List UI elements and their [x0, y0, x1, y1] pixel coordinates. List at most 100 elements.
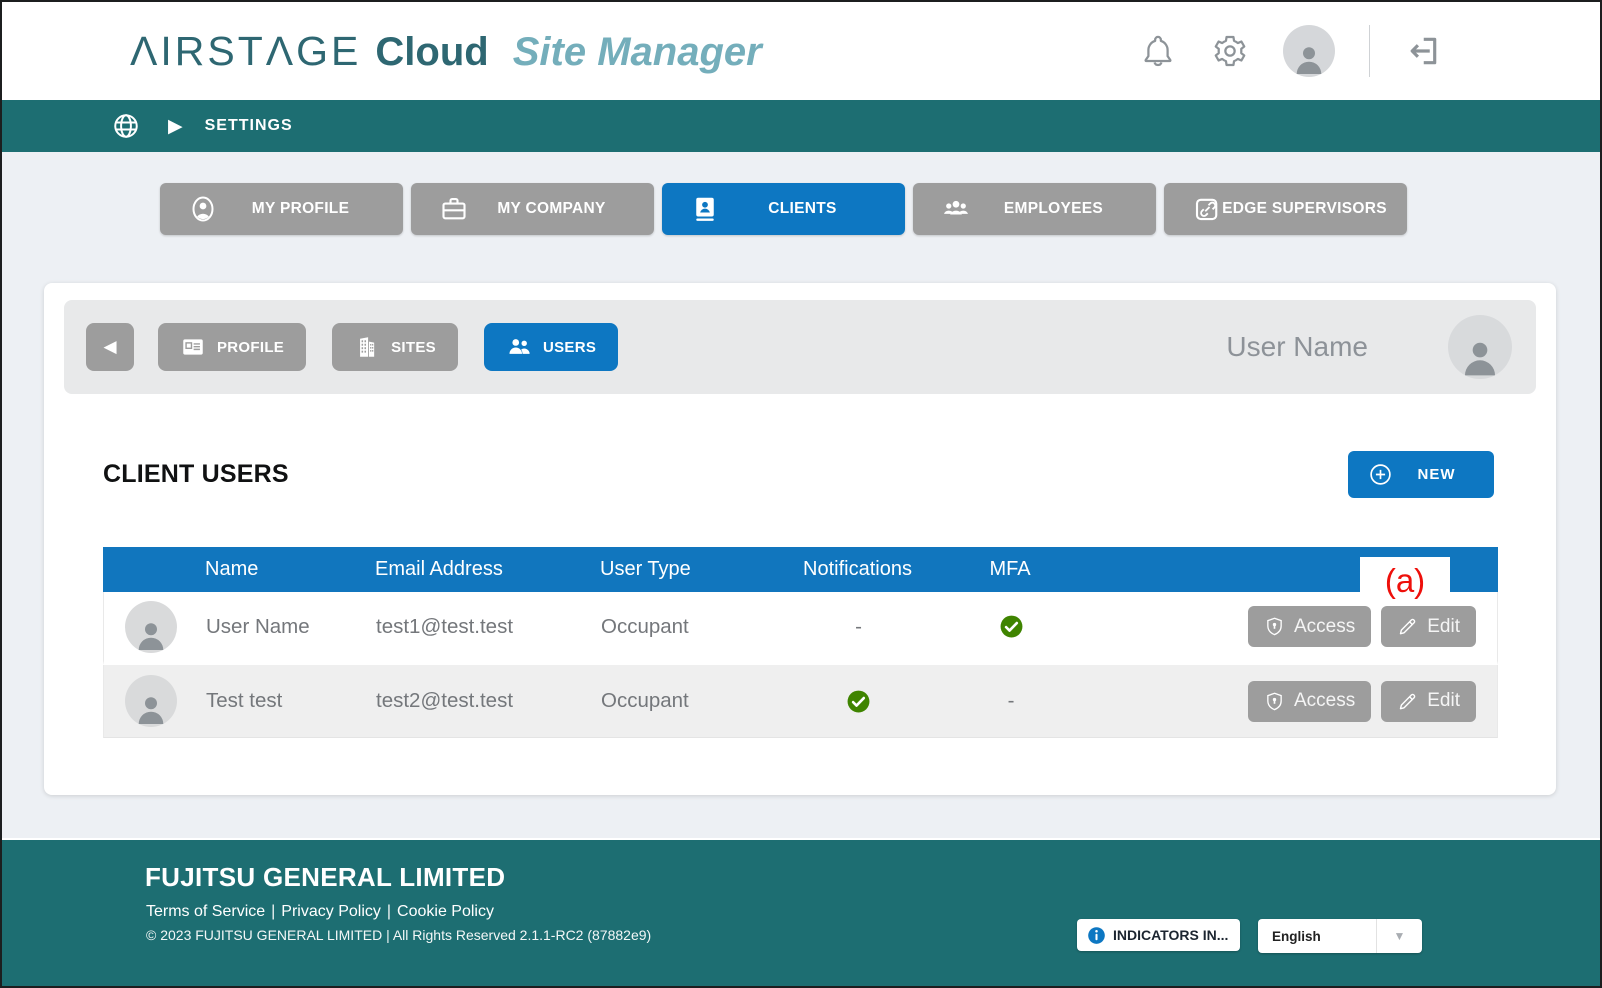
tab-edge-supervisors[interactable]: EDGE SUPERVISORS: [1164, 183, 1407, 235]
tab-my-company[interactable]: MY COMPANY: [411, 183, 654, 235]
tab-label: EMPLOYEES: [957, 183, 1150, 235]
table-header-row: Name Email Address User Type Notificatio…: [103, 547, 1498, 592]
brand-product: Site Manager: [513, 30, 762, 75]
top-header: ΛIRSTΛGE Cloud Site Manager: [2, 2, 1600, 100]
link-privacy-policy[interactable]: Privacy Policy: [281, 903, 381, 920]
subtab-label: PROFILE: [217, 339, 284, 356]
subtab-profile[interactable]: PROFILE: [158, 323, 306, 371]
tab-label: EDGE SUPERVISORS: [1208, 183, 1401, 235]
gear-icon[interactable]: [1211, 32, 1249, 70]
tab-my-profile[interactable]: MY PROFILE: [160, 183, 403, 235]
brand-logo: ΛIRSTΛGE Cloud Site Manager: [130, 28, 762, 75]
client-avatar: [1448, 315, 1512, 379]
info-circle-icon: [1087, 926, 1106, 945]
client-users-table: (a) Name Email Address User Type Notific…: [103, 547, 1498, 738]
edit-button[interactable]: Edit: [1381, 681, 1476, 722]
row-avatar-cell: [104, 675, 201, 727]
building-icon: [354, 334, 380, 360]
globe-icon[interactable]: [112, 112, 140, 140]
cell-email: test1@test.test: [371, 615, 596, 639]
tab-label: MY COMPANY: [455, 183, 648, 235]
chevron-down-icon[interactable]: ▼: [1376, 919, 1422, 953]
footer-company-name: FUJITSU GENERAL LIMITED: [145, 862, 1600, 893]
column-header-user-type: User Type: [595, 558, 785, 581]
logout-icon[interactable]: [1404, 32, 1442, 70]
cell-notifications: [786, 688, 931, 713]
play-icon: ▶: [168, 117, 183, 136]
plus-circle-icon: [1368, 462, 1393, 487]
new-button[interactable]: NEW: [1348, 451, 1494, 498]
shield-icon: [1264, 616, 1285, 637]
cell-mfa: [931, 614, 1091, 639]
language-select[interactable]: English ▼: [1258, 919, 1422, 953]
content-area: MY PROFILE MY COMPANY CLIENTS EMPLOYEES: [2, 152, 1600, 838]
indicators-button-label: INDICATORS IN...: [1113, 927, 1228, 943]
column-header-notifications: Notifications: [785, 558, 930, 581]
client-user-name: User Name: [1226, 331, 1368, 363]
page-title: CLIENT USERS: [103, 460, 289, 489]
subtab-users[interactable]: USERS: [484, 323, 618, 371]
access-button[interactable]: Access: [1248, 606, 1371, 647]
clients-card: ◀ PROFILE SITES USERS User Name: [44, 283, 1556, 795]
shield-icon: [1264, 691, 1285, 712]
main-tab-bar: MY PROFILE MY COMPANY CLIENTS EMPLOYEES: [160, 183, 1407, 235]
header-divider: [1369, 25, 1370, 77]
link-terms-of-service[interactable]: Terms of Service: [146, 903, 265, 920]
cell-email: test2@test.test: [371, 689, 596, 713]
row-avatar-cell: [104, 601, 201, 653]
back-arrow-icon: ◀: [103, 337, 116, 357]
cell-name: User Name: [201, 615, 371, 639]
pencil-icon: [1397, 616, 1418, 637]
access-button[interactable]: Access: [1248, 681, 1371, 722]
pencil-icon: [1397, 691, 1418, 712]
subtab-label: USERS: [543, 339, 596, 356]
row-actions: Access Edit: [1091, 606, 1497, 647]
tab-clients[interactable]: CLIENTS: [662, 183, 905, 235]
link-cookie-policy[interactable]: Cookie Policy: [397, 903, 494, 920]
table-row: User Name test1@test.test Occupant - Acc…: [103, 592, 1498, 665]
section-header: CLIENT USERS NEW: [103, 450, 1494, 498]
subtab-sites[interactable]: SITES: [332, 323, 458, 371]
access-button-label: Access: [1294, 616, 1355, 638]
cell-name: Test test: [201, 689, 371, 713]
check-circle-icon: [846, 689, 871, 714]
brand-airstage: ΛIRSTΛGE: [130, 28, 361, 75]
cell-mfa: -: [931, 689, 1091, 713]
column-header-mfa: MFA: [930, 558, 1090, 581]
page-footer: FUJITSU GENERAL LIMITED Terms of Service…: [2, 840, 1600, 986]
access-button-label: Access: [1294, 690, 1355, 712]
language-value: English: [1258, 929, 1376, 944]
check-circle-icon: [999, 614, 1024, 639]
edit-button[interactable]: Edit: [1381, 606, 1476, 647]
app-window: ΛIRSTΛGE Cloud Site Manager: [0, 0, 1602, 988]
user-avatar: [125, 601, 177, 653]
column-header-name: Name: [200, 558, 370, 581]
tab-label: MY PROFILE: [204, 183, 397, 235]
settings-bar: ▶ SETTINGS: [2, 100, 1600, 152]
user-avatar: [125, 675, 177, 727]
link-separator: |: [381, 903, 397, 920]
tab-employees[interactable]: EMPLOYEES: [913, 183, 1156, 235]
header-avatar[interactable]: [1283, 25, 1335, 77]
edit-button-label: Edit: [1427, 616, 1460, 638]
card-icon: [180, 334, 206, 360]
annotation-a: (a): [1360, 557, 1450, 605]
bell-icon[interactable]: [1139, 32, 1177, 70]
back-button[interactable]: ◀: [86, 323, 134, 371]
cell-user-type: Occupant: [596, 689, 786, 713]
row-actions: Access Edit: [1091, 681, 1497, 722]
cell-user-type: Occupant: [596, 615, 786, 639]
client-sub-nav: ◀ PROFILE SITES USERS User Name: [64, 300, 1536, 394]
subtab-label: SITES: [391, 339, 436, 356]
tab-label: CLIENTS: [706, 183, 899, 235]
brand-cloud: Cloud: [375, 30, 488, 75]
breadcrumb-settings: SETTINGS: [205, 117, 293, 135]
edit-button-label: Edit: [1427, 690, 1460, 712]
cell-notifications: -: [786, 615, 931, 639]
new-button-label: NEW: [1393, 466, 1480, 483]
indicators-button[interactable]: INDICATORS IN...: [1077, 919, 1240, 951]
column-header-email: Email Address: [370, 558, 595, 581]
header-icon-group: [1139, 2, 1442, 100]
link-separator: |: [265, 903, 281, 920]
table-row: Test test test2@test.test Occupant - Acc…: [103, 665, 1498, 738]
